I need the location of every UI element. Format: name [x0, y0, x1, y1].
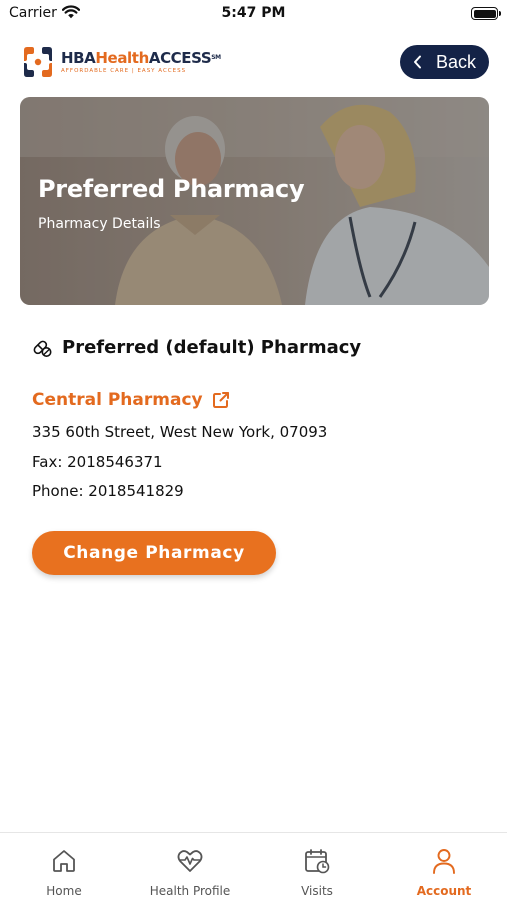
tab-visits[interactable]: Visits [277, 833, 357, 900]
tab-bar: Home Health Profile Visits Account [0, 832, 507, 900]
tab-account-label: Account [416, 884, 472, 898]
external-link-icon[interactable] [212, 391, 230, 409]
chevron-left-icon [413, 55, 422, 69]
tab-account[interactable]: Account [404, 833, 484, 900]
status-bar: Carrier 5:47 PM [0, 0, 507, 30]
pharmacy-name-link[interactable]: Central Pharmacy [32, 390, 230, 410]
logo-mark-icon [24, 47, 52, 77]
pills-icon [32, 338, 52, 358]
home-icon [51, 847, 77, 875]
change-pharmacy-button[interactable]: Change Pharmacy [32, 531, 276, 575]
section-title: Preferred (default) Pharmacy [62, 337, 362, 358]
hero-banner: Preferred Pharmacy Pharmacy Details [20, 97, 489, 305]
page-subtitle: Pharmacy Details [38, 216, 161, 232]
user-icon [431, 847, 457, 875]
heart-pulse-icon [176, 847, 204, 875]
page-title: Preferred Pharmacy [38, 175, 305, 203]
header: HBAHealthACCESSSM AFFORDABLE CARE | EASY… [0, 42, 507, 82]
back-button[interactable]: Back [400, 45, 489, 79]
tab-health-profile[interactable]: Health Profile [130, 833, 250, 900]
logo-health-text: Health [95, 49, 149, 67]
pharmacy-fax: Fax: 2018546371 [32, 453, 163, 471]
clock: 5:47 PM [221, 5, 286, 21]
preferred-pharmacy-heading: Preferred (default) Pharmacy [32, 337, 361, 358]
pharmacy-address: 335 60th Street, West New York, 07093 [32, 423, 328, 441]
tab-health-profile-label: Health Profile [149, 884, 231, 898]
logo-hba-text: HBA [61, 49, 96, 67]
logo-access-text: ACCESS [148, 49, 212, 67]
tab-home[interactable]: Home [24, 833, 104, 900]
back-label: Back [435, 51, 477, 72]
logo-tagline: AFFORDABLE CARE | EASY ACCESS [61, 68, 187, 74]
calendar-clock-icon [303, 847, 331, 875]
logo-tm-text: SM [211, 54, 221, 61]
hba-logo: HBAHealthACCESSSM AFFORDABLE CARE | EASY… [20, 44, 221, 80]
pharmacy-name: Central Pharmacy [32, 390, 203, 410]
tab-home-label: Home [46, 884, 82, 898]
tab-visits-label: Visits [301, 884, 333, 898]
battery-icon [471, 7, 501, 20]
pharmacy-phone: Phone: 2018541829 [32, 482, 184, 500]
